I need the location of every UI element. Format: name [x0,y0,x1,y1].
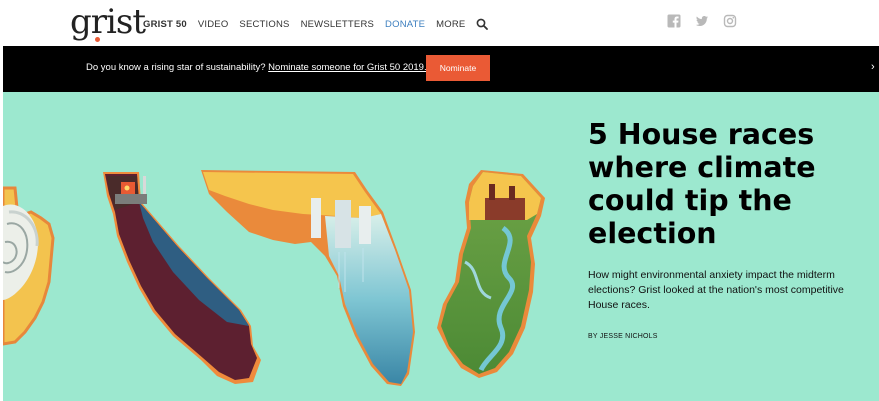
texas-shape [3,186,55,346]
banner-nominate-link[interactable]: Nominate someone for Grist 50 2019. [268,62,426,73]
banner-question: Do you know a rising star of sustainabil… [86,62,266,73]
nav-item-grist50[interactable]: GRIST 50 [143,19,187,30]
banner-message: Do you know a rising star of sustainabil… [86,62,427,73]
logo-dot [95,37,100,42]
hero-illustration[interactable] [3,92,563,401]
site-header: grist GRIST 50 VIDEO SECTIONS NEWSLETTER… [0,0,879,46]
nav-item-video[interactable]: VIDEO [198,19,229,30]
hero-dek: How might environmental anxiety impact t… [588,269,844,311]
search-icon[interactable] [476,18,489,30]
promo-banner: Do you know a rising star of sustainabil… [3,46,879,92]
main-nav: GRIST 50 VIDEO SECTIONS NEWSLETTERS DONA… [143,18,489,30]
nav-item-donate[interactable]: DONATE [385,19,425,30]
hero-headline[interactable]: 5 House races where climate could tip th… [588,118,858,250]
nav-item-sections[interactable]: SECTIONS [239,19,289,30]
hero-byline[interactable]: BY JESSE NICHOLS [588,333,658,340]
new-jersey-shape [437,170,545,378]
nominate-button[interactable]: Nominate [426,55,490,81]
hero-feature[interactable]: 5 House races where climate could tip th… [3,92,879,401]
facebook-icon[interactable] [667,14,681,28]
twitter-icon[interactable] [695,14,709,28]
nav-item-more[interactable]: MORE [436,19,465,30]
social-links [667,14,751,28]
nav-item-newsletters[interactable]: NEWSLETTERS [301,19,374,30]
instagram-icon[interactable] [723,14,737,28]
banner-next-arrow[interactable]: › [871,61,875,73]
grist-logo[interactable]: grist [70,4,146,40]
